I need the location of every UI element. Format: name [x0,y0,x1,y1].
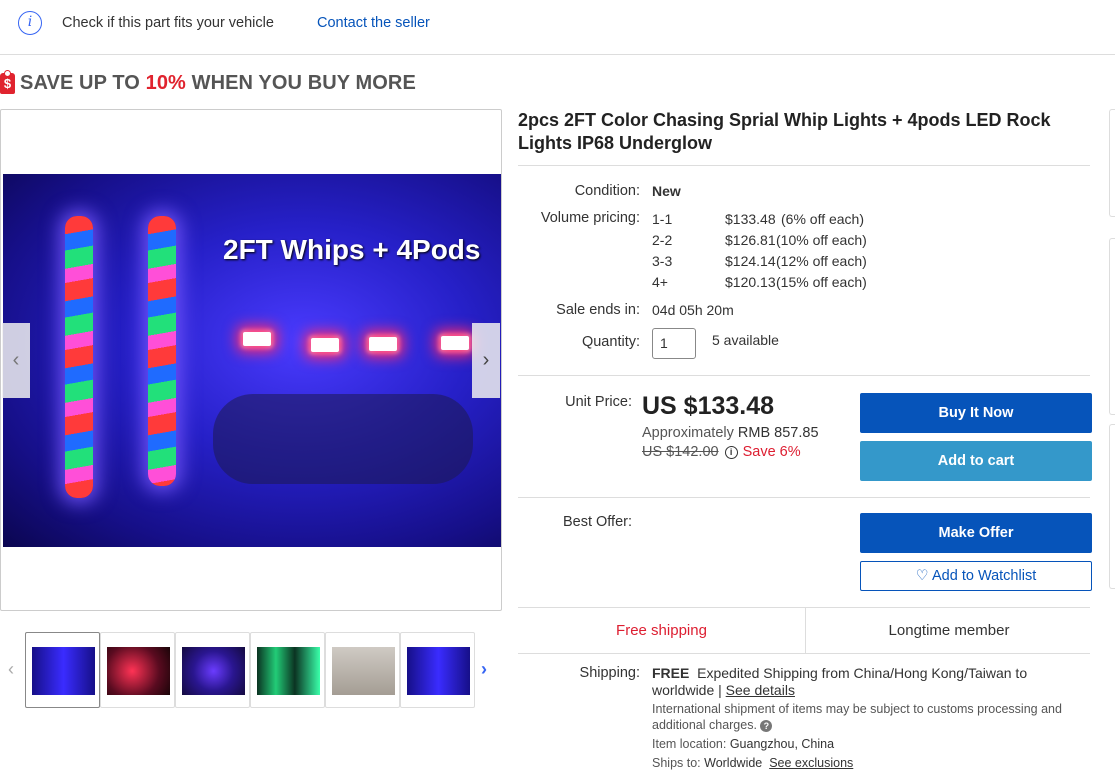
ships-to-value: Worldwide [704,756,763,770]
was-price-row: US $142.00 i Save 6% [642,444,801,460]
approx-rmb: RMB 857.85 [737,425,819,441]
volume-discount: (6% off each) [781,211,865,227]
rock-pod-1 [243,332,271,346]
banner-prefix: SAVE UP TO [20,71,146,94]
banner-percent: 10% [145,71,186,94]
volume-qty: 3-3 [652,253,673,269]
product-photo[interactable]: 2FT Whips + 4Pods [3,174,501,547]
thumbnail-strip: ‹ › [0,631,502,709]
thumbnail-image [407,647,470,695]
approx-price: Approximately RMB 857.85 [642,425,819,441]
divider [518,497,1090,498]
vehicle-fit-bar: i Check if this part fits your vehicle C… [0,0,1115,55]
photo-caption: 2FT Whips + 4Pods [223,234,481,265]
intl-note-text: International shipment of items may be s… [652,702,1062,732]
divider [518,653,1090,654]
divider [518,165,1090,166]
rock-pod-3 [369,337,397,351]
see-details-link[interactable]: See details [726,682,795,698]
unit-price-label: Unit Price: [565,394,632,410]
make-offer-button[interactable]: Make Offer [860,513,1092,553]
thumbnail-2[interactable] [100,632,175,708]
sale-ends-label: Sale ends in: [556,302,640,318]
was-price: US $142.00 [642,444,719,460]
sale-ends-value: 04d 05h 20m [652,302,734,318]
thumbnail-1[interactable] [25,632,100,708]
pod-housings [213,394,473,484]
condition-label: Condition: [574,183,640,199]
volume-discount: (12% off each) [776,253,867,269]
volume-price: $120.13 [725,274,776,290]
see-exclusions-link[interactable]: See exclusions [769,756,853,770]
free-shipping-badge: Free shipping [616,622,707,639]
thumbnail-image [107,647,170,695]
thumbnail-image [32,647,95,695]
image-prev-button[interactable]: ‹ [2,323,30,398]
volume-qty: 1-1 [652,211,673,227]
whip-light-left [65,216,93,498]
volume-discount-banner: $ SAVE UP TO 10% WHEN YOU BUY MORE [0,69,416,96]
available-count: 5 available [712,332,779,348]
quantity-label: Quantity: [581,334,640,350]
shipping-description: Expedited Shipping from China/Hong Kong/… [652,665,1028,698]
volume-price: $124.14 [725,253,776,269]
volume-discount: (10% off each) [776,232,867,248]
thumbnail-image [332,647,395,695]
item-title: 2pcs 2FT Color Chasing Sprial Whip Light… [518,110,1051,153]
ships-to: Ships to: Worldwide See exclusions [652,755,1082,771]
thumbnail-image [182,647,245,695]
contact-seller-link[interactable]: Contact the seller [317,15,430,31]
thumbnail-4[interactable] [250,632,325,708]
ships-to-label: Ships to: [652,756,701,770]
item-location-value: Guangzhou, China [729,737,835,751]
unit-price: US $133.48 [642,392,775,420]
condition-value: New [652,183,681,199]
thumb-next-icon[interactable]: › [481,659,487,680]
intl-shipping-note: International shipment of items may be s… [652,701,1082,733]
volume-qty: 4+ [652,274,668,290]
longtime-member-badge: Longtime member [805,608,1092,653]
right-panel-edge [1109,238,1115,415]
item-location-label: Item location: [652,737,727,751]
volume-qty: 2-2 [652,232,673,248]
volume-discount: (15% off each) [776,274,867,290]
help-icon[interactable]: ? [760,720,773,732]
volume-price: $133.48 [725,211,776,227]
rock-pod-2 [311,338,339,352]
divider [518,375,1090,376]
right-panel-edge [1109,109,1115,217]
save-percent: Save 6% [742,444,801,460]
info-icon[interactable]: i [724,445,738,459]
shipping-free: FREE [652,665,690,681]
add-to-watchlist-button[interactable]: ♡ Add to Watchlist [860,561,1092,591]
thumbnail-5[interactable] [325,632,400,708]
buy-it-now-button[interactable]: Buy It Now [860,393,1092,433]
add-to-cart-button[interactable]: Add to cart [860,441,1092,481]
banner-suffix: WHEN YOU BUY MORE [185,71,416,94]
shipping-label: Shipping: [579,665,640,681]
shipping-summary: FREE Expedited Shipping from China/Hong … [652,665,1072,699]
volume-price: $126.81 [725,232,776,248]
best-offer-label: Best Offer: [562,514,632,530]
rock-pod-4 [441,336,469,350]
image-next-button[interactable]: › [472,323,500,398]
thumbnail-3[interactable] [175,632,250,708]
quantity-input[interactable]: 1 [652,328,696,359]
banner-text: SAVE UP TO 10% WHEN YOU BUY MORE [20,72,416,95]
info-icon: i [18,11,42,35]
item-location: Item location: Guangzhou, China [652,736,1082,752]
volume-pricing-label: Volume pricing: [540,210,640,226]
whip-light-right [148,216,176,486]
thumbnail-6[interactable] [400,632,475,708]
right-panel-edge [1109,424,1115,589]
price-tag-icon: $ [0,69,15,94]
fit-check-text: Check if this part fits your vehicle [62,15,274,31]
thumb-prev-icon[interactable]: ‹ [8,659,14,680]
approx-prefix: Approximately [642,425,738,441]
main-image-frame: 2FT Whips + 4Pods ‹ › [0,109,502,611]
thumbnail-image [257,647,320,695]
